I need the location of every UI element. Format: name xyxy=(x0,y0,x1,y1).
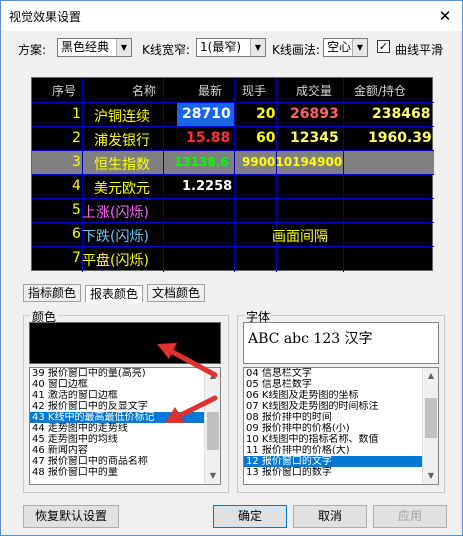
list-item[interactable]: 40 窗口边框 xyxy=(30,379,220,390)
row-hand: 60 xyxy=(256,130,276,146)
annotation-arrow-icon xyxy=(165,395,218,423)
scheme-value: 黑色经典 xyxy=(61,40,110,54)
list-item[interactable]: 08 报价排中的时间 xyxy=(244,412,438,423)
kline-draw-value: 空心 xyxy=(327,40,352,54)
row-name: 下跌(闪烁) xyxy=(82,229,149,245)
scroll-up-icon[interactable]: ▲ xyxy=(423,368,438,384)
chevron-down-icon: ▼ xyxy=(352,39,367,56)
header-hand: 现手 xyxy=(242,84,267,98)
kline-draw-label: K线画法: xyxy=(272,43,320,57)
row-amount: 238468 xyxy=(372,106,431,122)
list-item[interactable]: 13 报价窗口的数字 xyxy=(244,467,438,478)
list-item[interactable]: 06 K线图及走势图的坐标 xyxy=(244,390,438,401)
row-hand: 20 xyxy=(256,106,276,122)
scroll-down-icon[interactable]: ▼ xyxy=(205,468,220,484)
row-name: 上涨(闪烁) xyxy=(82,205,149,221)
quote-preview-table: 序号 名称 最新 现手 成交量 金额/持仓 1 沪铜连续 28710 20 26… xyxy=(31,77,434,272)
row-last: 28710 xyxy=(182,106,231,122)
chevron-down-icon: ▼ xyxy=(116,39,131,56)
row-last: 1.2258 xyxy=(182,179,233,194)
row-name: 浦发银行 xyxy=(94,133,150,149)
row-index: 1 xyxy=(72,106,81,122)
header-index: 序号 xyxy=(52,84,77,98)
list-item[interactable]: 04 信息栏文字 xyxy=(244,368,438,379)
list-item[interactable]: 47 报价窗口中的商品名称 xyxy=(30,456,220,467)
kline-width-select[interactable]: 1(最窄) ▼ xyxy=(196,38,266,57)
close-icon[interactable]: ✕ xyxy=(434,5,456,27)
list-item[interactable]: 07 K线图及走势图的时间标注 xyxy=(244,401,438,412)
window-title: 视觉效果设置 xyxy=(9,10,82,24)
row-index: 6 xyxy=(72,226,81,242)
row-hand: 990010194900 xyxy=(242,155,343,169)
options-toolbar: 方案: 黑色经典 ▼ K线宽窄: 1(最窄) ▼ K线画法: 空心 ▼ ✓ 曲线… xyxy=(1,37,462,59)
row-last: 13138.6 xyxy=(174,155,229,169)
row-name: 平盘(闪烁) xyxy=(82,253,149,269)
scroll-down-icon[interactable]: ▼ xyxy=(423,468,438,484)
row-index: 7 xyxy=(72,250,81,266)
highlight-row xyxy=(32,150,434,174)
restore-defaults-button[interactable]: 恢复默认设置 xyxy=(23,505,119,528)
row-name: 沪铜连续 xyxy=(94,109,150,125)
tab-report-colors[interactable]: 报表颜色 xyxy=(85,285,144,303)
font-item-list[interactable]: 04 信息栏文字 05 信息栏数字 06 K线图及走势图的坐标 07 K线图及走… xyxy=(243,367,439,485)
visual-settings-dialog: 视觉效果设置 ✕ 方案: 黑色经典 ▼ K线宽窄: 1(最窄) ▼ K线画法: … xyxy=(0,0,463,536)
kline-width-label: K线宽窄: xyxy=(142,43,190,57)
font-list-scrollbar[interactable]: ▲ ▼ xyxy=(422,368,438,484)
list-item[interactable]: 09 报价排中的价格(小) xyxy=(244,423,438,434)
row-name: 美元欧元 xyxy=(94,181,150,197)
list-item[interactable]: 05 信息栏数字 xyxy=(244,379,438,390)
ok-button[interactable]: 确定 xyxy=(213,505,287,528)
list-item[interactable]: 45 走势图中的均线 xyxy=(30,434,220,445)
row-amount: 1960.39 xyxy=(368,130,432,146)
scroll-thumb[interactable] xyxy=(425,398,437,438)
cancel-button[interactable]: 取消 xyxy=(293,505,367,528)
list-item[interactable]: 10 K线图中的指标名称、数值 xyxy=(244,434,438,445)
smooth-label: 曲线平滑 xyxy=(395,43,444,57)
annotation-arrow-icon xyxy=(157,343,218,378)
frame-interval-label: 画面间隔 xyxy=(272,229,328,245)
row-last: 15.88 xyxy=(186,130,231,146)
tab-indicator-colors[interactable]: 指标颜色 xyxy=(23,284,82,302)
list-item-selected[interactable]: 12 报价窗口的文字 xyxy=(244,456,438,467)
row-volume: 12345 xyxy=(290,130,339,146)
tab-document-colors[interactable]: 文档颜色 xyxy=(147,284,206,302)
smooth-checkbox[interactable]: ✓ xyxy=(377,40,390,53)
row-index: 4 xyxy=(72,178,81,194)
header-amount: 金额/持仓 xyxy=(354,84,407,98)
scheme-select[interactable]: 黑色经典 ▼ xyxy=(57,38,132,57)
apply-button[interactable]: 应用 xyxy=(373,505,447,528)
row-index: 5 xyxy=(72,202,81,218)
list-item[interactable]: 48 报价窗口中的量 xyxy=(30,467,220,478)
font-preview[interactable]: ABC abc 123 汉字 xyxy=(243,322,439,364)
row-index: 3 xyxy=(72,154,81,170)
row-name: 恒生指数 xyxy=(94,157,150,173)
scheme-label: 方案: xyxy=(18,43,47,57)
kline-draw-select[interactable]: 空心 ▼ xyxy=(323,38,368,57)
chevron-down-icon: ▼ xyxy=(250,39,265,56)
header-volume: 成交量 xyxy=(296,84,333,98)
title-bar: 视觉效果设置 ✕ xyxy=(1,1,462,31)
row-index: 2 xyxy=(72,130,81,146)
list-item[interactable]: 46 新闻内容 xyxy=(30,445,220,456)
list-item[interactable]: 11 报价排中的价格(大) xyxy=(244,445,438,456)
header-name: 名称 xyxy=(132,84,157,98)
row-volume: 26893 xyxy=(290,106,339,122)
kline-width-value: 1(最窄) xyxy=(200,40,241,54)
header-last: 最新 xyxy=(198,84,223,98)
